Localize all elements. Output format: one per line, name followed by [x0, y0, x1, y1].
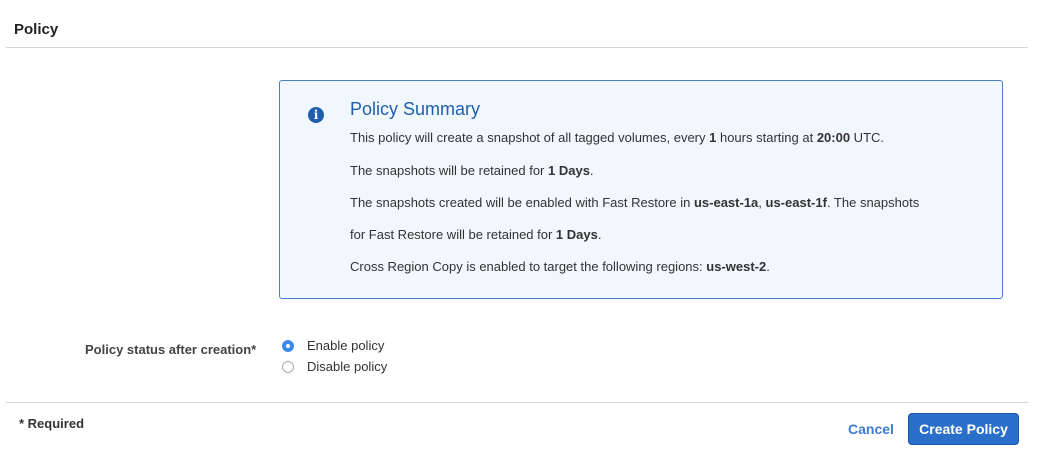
summary-text: The snapshots created will be enabled wi… — [350, 195, 694, 210]
summary-line: This policy will create a snapshot of al… — [350, 130, 884, 145]
summary-line: The snapshots will be retained for 1 Day… — [350, 163, 594, 178]
summary-text: The snapshots will be retained for — [350, 163, 548, 178]
summary-value: us-east-1a — [693, 195, 759, 210]
required-note: * Required — [19, 416, 85, 431]
summary-line: The snapshots created will be enabled wi… — [350, 195, 919, 210]
summary-value: 1 Days — [548, 163, 590, 178]
summary-text: , — [758, 195, 766, 210]
divider — [6, 47, 1028, 48]
summary-text: This policy will create a snapshot of al… — [350, 130, 710, 145]
radio-label: Disable policy — [307, 359, 388, 374]
summary-text: for Fast Restore will be retained for — [350, 227, 556, 242]
radio-button[interactable] — [282, 339, 294, 352]
radio-label: Enable policy — [307, 338, 385, 353]
summary-value: us-east-1f — [765, 195, 827, 210]
policy-summary-panel: i Policy Summary This policy will create… — [279, 80, 1003, 299]
policy-status-label: Policy status after creation* — [85, 342, 257, 357]
section-title: Policy — [14, 21, 59, 38]
radio-disable-policy[interactable]: Disable policy — [282, 359, 387, 374]
radio-enable-policy[interactable]: Enable policy — [282, 338, 384, 353]
summary-value: us-west-2 — [706, 259, 767, 274]
summary-text: . The snapshots — [826, 195, 920, 210]
cancel-button[interactable]: Cancel — [848, 421, 894, 437]
radio-button[interactable] — [282, 360, 294, 373]
summary-text: UTC. — [850, 130, 885, 145]
summary-text: Cross Region Copy is enabled to target t… — [350, 259, 707, 274]
summary-line: Cross Region Copy is enabled to target t… — [350, 259, 770, 274]
summary-text: . — [766, 259, 770, 274]
summary-line: for Fast Restore will be retained for 1 … — [350, 227, 601, 242]
summary-text: . — [597, 227, 602, 242]
summary-text: . — [589, 163, 594, 178]
divider — [6, 402, 1028, 403]
summary-title: Policy Summary — [350, 99, 481, 119]
create-policy-button[interactable]: Create Policy — [908, 413, 1019, 445]
summary-value: 1 Days — [555, 227, 598, 242]
summary-value: 20:00 — [816, 130, 851, 145]
summary-text: hours starting at — [716, 130, 817, 145]
info-icon: i — [308, 107, 324, 123]
